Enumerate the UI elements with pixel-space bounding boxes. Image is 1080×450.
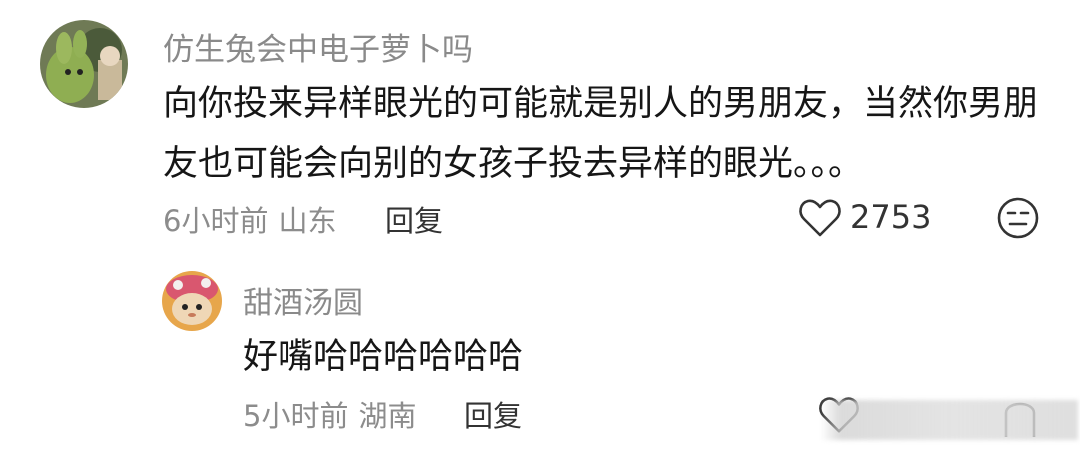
watermark-overlay <box>820 400 1078 440</box>
comment-location: 山东 <box>278 204 337 238</box>
heart-icon[interactable] <box>797 195 843 241</box>
reply-text: 好嘴哈哈哈哈哈哈 <box>243 337 524 377</box>
reply-time: 5小时前 <box>243 399 349 433</box>
avatar[interactable] <box>162 271 222 331</box>
comment-username[interactable]: 仿生兔会中电子萝卜吗 <box>163 24 473 69</box>
reply-button[interactable]: 回复 <box>385 198 443 240</box>
like-count: 2753 <box>850 198 932 236</box>
reply-button[interactable]: 回复 <box>464 393 522 435</box>
reply-username[interactable]: 甜酒汤圆 <box>243 278 363 322</box>
reply-meta: 5小时前 湖南 <box>243 393 416 435</box>
comment-meta: 6小时前 山东 <box>163 198 336 240</box>
reply-location: 湖南 <box>358 399 417 433</box>
comment-text: 向你投来异样眼光的可能就是别人的男朋友，当然你男朋友也可能会向别的女孩子投去异样… <box>163 84 1039 184</box>
dislike-face-icon[interactable] <box>996 196 1040 240</box>
avatar[interactable] <box>40 20 128 108</box>
comment-time: 6小时前 <box>163 204 269 238</box>
